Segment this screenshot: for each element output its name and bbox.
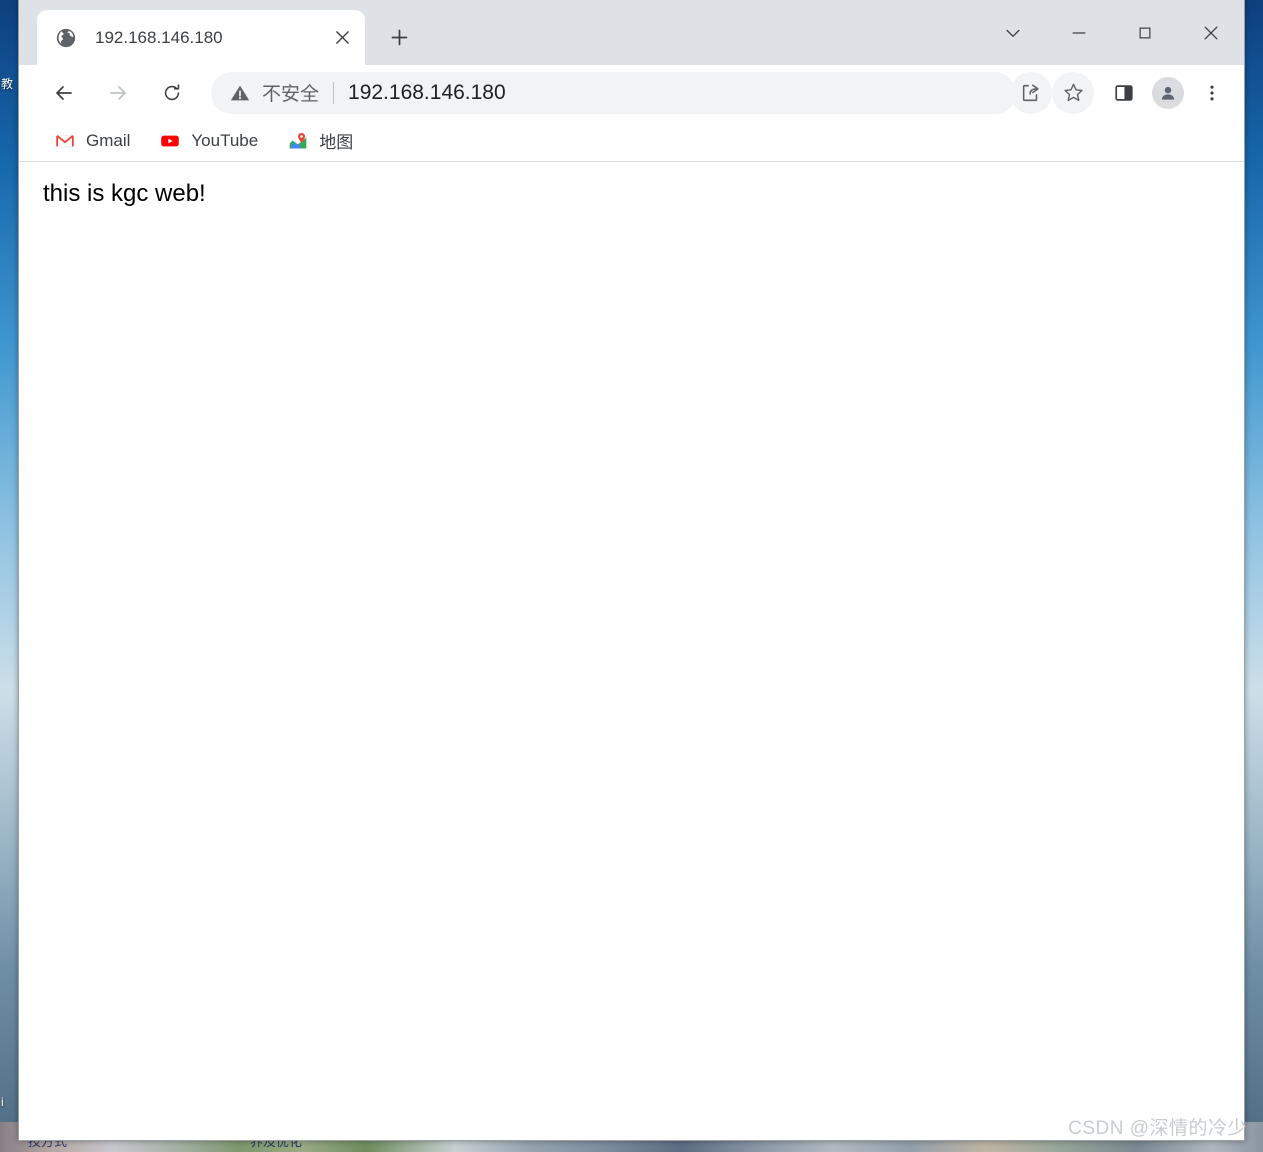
close-button[interactable]: [1178, 0, 1244, 65]
browser-tab[interactable]: 192.168.146.180: [37, 10, 365, 65]
minimize-button[interactable]: [1046, 0, 1112, 65]
back-button[interactable]: [43, 72, 85, 114]
browser-toolbar: 不安全 192.168.146.180: [19, 65, 1244, 120]
tab-title: 192.168.146.180: [95, 27, 223, 47]
security-status-label: 不安全: [262, 84, 320, 105]
desktop-background: 技方式 界及优化 教 i 192.168.146.180 不安全 192.168…: [0, 0, 1263, 1152]
window-controls: [980, 0, 1244, 65]
omnibox-actions: [1010, 71, 1094, 114]
bookmark-maps[interactable]: 地图: [278, 126, 363, 156]
maximize-button[interactable]: [1112, 0, 1178, 65]
forward-button: [97, 72, 139, 114]
desktop-icon-label-left[interactable]: 教: [1, 78, 17, 91]
star-icon[interactable]: [1052, 71, 1094, 114]
youtube-icon: [160, 131, 180, 151]
toolbar-right-actions: [1102, 71, 1234, 115]
address-bar-url: 192.168.146.180: [348, 80, 506, 104]
csdn-watermark: CSDN @深情的冷少: [1068, 1118, 1247, 1139]
bookmark-youtube[interactable]: YouTube: [150, 126, 268, 156]
person-icon: [1161, 86, 1175, 100]
address-bar[interactable]: 不安全 192.168.146.180: [211, 71, 1016, 114]
three-dot-menu-icon[interactable]: [1190, 71, 1234, 115]
new-tab-button[interactable]: [379, 17, 419, 57]
side-panel-icon[interactable]: [1102, 71, 1146, 115]
tab-strip: 192.168.146.180: [19, 0, 1244, 65]
bookmark-label: YouTube: [191, 130, 259, 150]
page-heading: this is kgc web!: [43, 180, 206, 207]
avatar[interactable]: [1146, 71, 1190, 115]
google-maps-icon: [288, 131, 308, 151]
page-content: this is kgc web!: [19, 162, 1244, 1140]
globe-icon: [55, 27, 77, 49]
profile-avatar[interactable]: [1152, 76, 1184, 109]
omnibox-separator: [333, 81, 335, 104]
browser-window: 192.168.146.180 不安全 192.168.146.180 Gmai…: [18, 0, 1245, 1141]
bookmarks-bar: Gmail YouTube 地图: [19, 120, 1244, 162]
reload-button[interactable]: [151, 72, 193, 114]
bookmark-gmail[interactable]: Gmail: [45, 126, 140, 156]
desktop-icon-label-bottom[interactable]: i: [1, 1096, 17, 1109]
bookmark-label: 地图: [319, 133, 354, 152]
gmail-icon: [55, 131, 75, 151]
share-icon[interactable]: [1010, 71, 1052, 114]
warning-triangle-icon[interactable]: [229, 82, 251, 104]
bookmark-label: Gmail: [86, 130, 131, 150]
tab-search-button[interactable]: [980, 0, 1046, 65]
close-icon[interactable]: [327, 23, 357, 53]
